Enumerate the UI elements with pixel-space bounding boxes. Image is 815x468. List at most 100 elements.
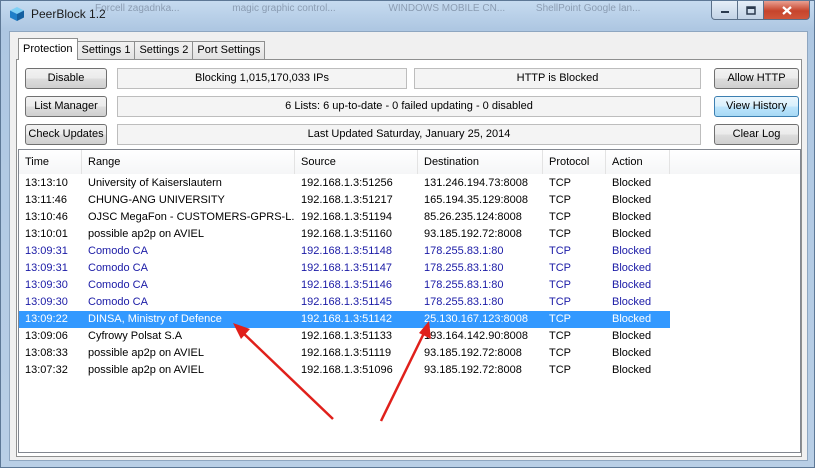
cell-range: Comodo CA [88,296,148,308]
cell-destination: 93.185.192.72:8008 [424,364,522,376]
cell-protocol: TCP [549,279,571,291]
cell-time: 13:13:10 [25,177,68,189]
cell-protocol: TCP [549,228,571,240]
cell-protocol: TCP [549,177,571,189]
tab-strip: Protection Settings 1 Settings 2 Port Se… [18,38,266,60]
cell-protocol: TCP [549,313,571,325]
cell-source: 192.168.1.3:51146 [301,279,392,291]
tab-protection[interactable]: Protection [18,38,78,60]
cell-source: 192.168.1.3:51096 [301,364,393,376]
blocked-connections-list[interactable]: Time Range Source Destination Protocol A… [18,149,801,453]
cell-protocol: TCP [549,347,571,359]
cell-range: possible ap2p on AVIEL [88,228,204,240]
cell-source: 192.168.1.3:51133 [301,330,392,342]
maximize-button[interactable] [737,1,764,20]
cell-source: 192.168.1.3:51160 [301,228,392,240]
view-history-button[interactable]: View History [714,96,799,117]
cell-time: 13:11:46 [25,194,68,206]
cell-destination: 178.255.83.1:80 [424,279,504,291]
table-row[interactable]: 13:09:30 Comodo CA 192.168.1.3:51145 178.25… [19,294,670,311]
cell-action: Blocked [612,245,652,257]
cell-destination: 93.185.192.72:8008 [424,347,522,359]
cell-source: 192.168.1.3:51147 [301,262,392,274]
table-row[interactable]: 13:13:10 University of Kaiserslautern 192.… [19,175,670,192]
column-header-time[interactable]: Time [19,150,82,174]
cell-range: Comodo CA [88,279,148,291]
minimize-button[interactable] [711,1,738,20]
cell-time: 13:09:30 [25,296,68,308]
cell-protocol: TCP [549,296,571,308]
cell-destination: 165.194.35.129:8008 [424,194,528,206]
cell-source: 192.168.1.3:51194 [301,211,392,223]
cell-range: DINSA, Ministry of Defence [88,313,222,325]
table-row[interactable]: 13:11:46 CHUNG-ANG UNIVERSITY 192.168.1.3:… [19,192,670,209]
column-header-protocol[interactable]: Protocol [543,150,606,174]
cell-time: 13:09:06 [25,330,68,342]
cell-action: Blocked [612,194,652,206]
title-bar[interactable]: PeerBlock 1.2 Forcell zagadnka... magic … [1,1,814,27]
allow-http-button[interactable]: Allow HTTP [714,68,799,89]
last-updated-status: Last Updated Saturday, January 25, 2014 [117,124,701,145]
cell-action: Blocked [612,228,652,240]
cell-time: 13:10:46 [25,211,68,223]
table-row[interactable]: 13:09:31 Comodo CA 192.168.1.3:51147 178.25… [19,260,670,277]
column-header-action[interactable]: Action [606,150,670,174]
cell-source: 192.168.1.3:51142 [301,313,392,325]
disable-button[interactable]: Disable [25,68,107,89]
cell-action: Blocked [612,177,652,189]
minimize-icon [720,11,729,13]
maximize-icon [745,5,756,15]
cell-time: 13:09:31 [25,245,68,257]
cell-source: 192.168.1.3:51145 [301,296,392,308]
tab-settings-1[interactable]: Settings 1 [76,41,136,60]
cell-source: 192.168.1.3:51256 [301,177,393,189]
http-status: HTTP is Blocked [414,68,701,89]
cell-range: possible ap2p on AVIEL [88,364,204,376]
ghost-tab-3: WINDOWS MOBILE CN... [388,3,506,14]
cell-time: 13:09:30 [25,279,68,291]
cell-action: Blocked [612,364,652,376]
lists-status: 6 Lists: 6 up-to-date - 0 failed updatin… [117,96,701,117]
table-row[interactable]: 13:09:31 Comodo CA 192.168.1.3:51148 178.25… [19,243,670,260]
cell-destination: 178.255.83.1:80 [424,245,504,257]
ghost-tab-1: Forcell zagadnka... [95,3,180,14]
table-row[interactable]: 13:10:46 OJSC MegaFon - CUSTOMERS-GPRS-L.… [19,209,670,226]
cell-source: 192.168.1.3:51119 [301,347,392,359]
list-manager-button[interactable]: List Manager [25,96,107,117]
cell-protocol: TCP [549,245,571,257]
clear-log-button[interactable]: Clear Log [714,124,799,145]
cell-time: 13:09:31 [25,262,68,274]
tab-settings-2[interactable]: Settings 2 [134,41,194,60]
cell-destination: 131.246.194.73:8008 [424,177,528,189]
close-button[interactable] [763,1,810,20]
app-window: PeerBlock 1.2 Forcell zagadnka... magic … [0,0,815,468]
cell-action: Blocked [612,211,652,223]
column-header-destination[interactable]: Destination [418,150,543,174]
column-header-source[interactable]: Source [295,150,418,174]
table-row[interactable]: 13:07:32 possible ap2p on AVIEL 192.168.1.… [19,362,670,379]
check-updates-button[interactable]: Check Updates [25,124,107,145]
cell-destination: 25.130.167.123:8008 [424,313,528,325]
table-row[interactable]: 13:08:33 possible ap2p on AVIEL 192.168.1.… [19,345,670,362]
cell-time: 13:10:01 [25,228,68,240]
cell-protocol: TCP [549,262,571,274]
cell-action: Blocked [612,279,652,291]
cell-protocol: TCP [549,364,571,376]
list-rows: 13:13:10 University of Kaiserslautern 192.… [19,175,800,379]
cell-destination: 85.26.235.124:8008 [424,211,522,223]
client-area: Protection Settings 1 Settings 2 Port Se… [9,31,808,461]
cell-action: Blocked [612,313,652,325]
cell-action: Blocked [612,296,652,308]
table-row[interactable]: 13:09:22 DINSA, Ministry of Defence 192.16… [19,311,670,328]
tab-port-settings[interactable]: Port Settings [192,41,266,60]
cell-destination: 178.255.83.1:80 [424,296,504,308]
ghost-tab-4: ShellPoint Google lan... [535,3,641,14]
cell-source: 192.168.1.3:51217 [301,194,393,206]
table-row[interactable]: 13:09:06 Cyfrowy Polsat S.A 192.168.1.3:51… [19,328,670,345]
column-header-range[interactable]: Range [82,150,295,174]
cell-destination: 93.185.192.72:8008 [424,228,522,240]
table-row[interactable]: 13:10:01 possible ap2p on AVIEL 192.168.1.… [19,226,670,243]
table-row[interactable]: 13:09:30 Comodo CA 192.168.1.3:51146 178.25… [19,277,670,294]
cell-protocol: TCP [549,211,571,223]
cell-protocol: TCP [549,330,571,342]
